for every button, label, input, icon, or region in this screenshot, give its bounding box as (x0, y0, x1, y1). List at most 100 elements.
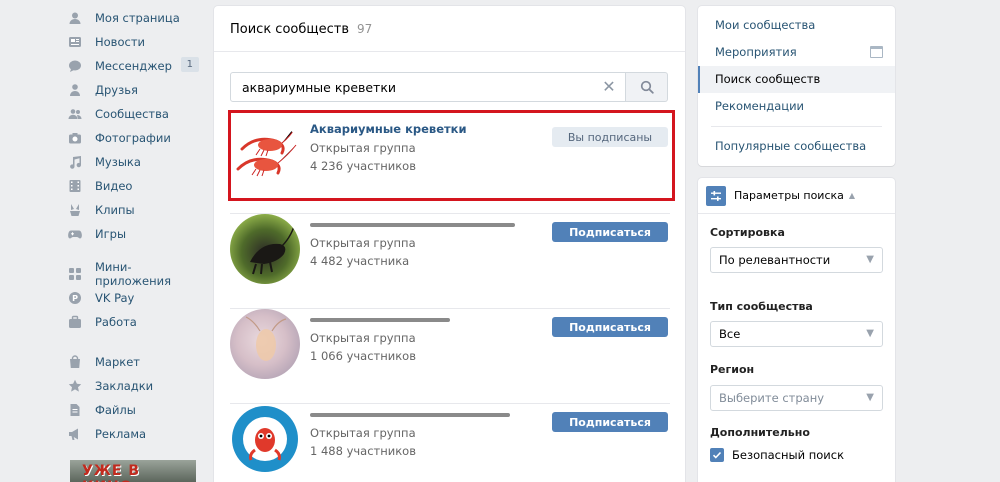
group-type: Открытая группа (310, 426, 416, 440)
group-avatar-shrimp-photo[interactable] (230, 309, 300, 379)
group-name-redacted (310, 413, 510, 417)
highlight-annotation (228, 110, 675, 201)
nav-label: Закладки (95, 379, 154, 393)
community-type-label: Тип сообщества (710, 300, 813, 313)
search-bar: аквариумные креветки ✕ (230, 72, 668, 102)
menu-item-community-search[interactable]: Поиск сообществ (698, 66, 895, 93)
filters-title: Параметры поиска (734, 189, 844, 202)
calendar-icon[interactable] (870, 46, 883, 58)
nav-item-files[interactable]: Файлы (68, 398, 203, 422)
menu-item-popular[interactable]: Популярные сообщества (698, 133, 895, 160)
nav-item-communities[interactable]: Сообщества (68, 102, 203, 126)
nav-label: Фотографии (95, 131, 171, 145)
vkpay-icon: P (68, 291, 82, 305)
panel-header: Поиск сообществ 97 (214, 6, 685, 52)
sort-value: По релевантности (719, 253, 831, 267)
nav-label: Файлы (95, 403, 136, 417)
sort-label: Сортировка (710, 226, 785, 239)
subscribe-button[interactable]: Подписаться (552, 412, 668, 432)
subscribe-button[interactable]: Подписаться (552, 222, 668, 242)
region-label: Регион (710, 363, 755, 376)
clips-icon (68, 203, 82, 217)
nav-label: Маркет (95, 355, 140, 369)
menu-item-label: Мероприятия (715, 45, 797, 59)
search-input[interactable]: аквариумные креветки ✕ (230, 72, 626, 102)
nav-label: Мессенджер (95, 59, 172, 73)
nav-item-work[interactable]: Работа (68, 310, 203, 334)
page-title: Поиск сообществ (230, 22, 350, 37)
community-type-select[interactable]: Все ▼ (710, 321, 883, 347)
safe-search-checkbox[interactable]: Безопасный поиск (710, 448, 844, 462)
search-icon (640, 80, 654, 94)
user-icon (68, 11, 82, 25)
nav-label: Игры (95, 227, 127, 241)
nav-label: Моя страница (95, 11, 180, 25)
filters-header[interactable]: Параметры поиска ▲ (698, 178, 895, 214)
promo-text: УЖЕ В КИНО (82, 463, 141, 482)
nav-item-market[interactable]: Маркет (68, 350, 203, 374)
community-search-panel: Поиск сообществ 97 аквариумные креветки … (214, 6, 685, 482)
group-members-count: 4 482 участника (310, 254, 410, 268)
nav-item-vk-pay[interactable]: P VK Pay (68, 286, 203, 310)
nav-item-messenger[interactable]: Мессенджер 1 (68, 54, 203, 78)
group-item[interactable]: Открытая группа 1 488 участников Подписа… (230, 404, 670, 482)
group-name-redacted (310, 223, 515, 227)
menu-item-recommendations[interactable]: Рекомендации (698, 93, 895, 120)
news-icon (68, 35, 82, 49)
svg-text:P: P (72, 294, 78, 303)
menu-item-my-communities[interactable]: Мои сообщества (698, 12, 895, 39)
menu-separator (711, 126, 882, 127)
promo-banner[interactable]: УЖЕ В КИНО (70, 460, 196, 482)
nav-item-news[interactable]: Новости (68, 30, 203, 54)
subscribe-button[interactable]: Подписаться (552, 317, 668, 337)
nav-item-games[interactable]: Игры (68, 222, 203, 246)
additional-label: Дополнительно (710, 426, 810, 439)
chevron-down-icon: ▼ (866, 328, 874, 339)
clear-icon[interactable]: ✕ (601, 79, 617, 95)
search-button[interactable] (626, 72, 668, 102)
nav-label: Клипы (95, 203, 135, 217)
files-icon (68, 403, 82, 417)
nav-item-my-page[interactable]: Моя страница (68, 6, 203, 30)
search-input-value: аквариумные креветки (242, 79, 397, 95)
country-placeholder: Выберите страну (719, 391, 825, 405)
unread-counter-badge: 1 (180, 57, 199, 72)
apps-icon (68, 267, 82, 281)
nav-item-ads[interactable]: Реклама (68, 422, 203, 446)
group-item[interactable]: Открытая группа 4 482 участника Подписат… (230, 214, 670, 309)
filters-icon (706, 185, 726, 206)
nav-item-video[interactable]: Видео (68, 174, 203, 198)
work-icon (68, 315, 82, 329)
results-count: 97 (357, 22, 373, 36)
group-members-count: 1 488 участников (310, 444, 416, 458)
group-avatar-shrimp-photo[interactable] (230, 214, 300, 284)
nav-item-photos[interactable]: Фотографии (68, 126, 203, 150)
nav-item-clips[interactable]: Клипы (68, 198, 203, 222)
nav-item-mini-apps[interactable]: Мини-приложения (68, 260, 203, 288)
nav-label: Мини-приложения (95, 260, 172, 288)
community-type-value: Все (719, 327, 741, 341)
star-icon (68, 379, 82, 393)
caret-up-icon: ▲ (848, 191, 856, 200)
friends-icon (68, 83, 82, 97)
group-members-count: 1 066 участников (310, 349, 416, 363)
group-item[interactable]: Открытая группа 1 066 участников Подписа… (230, 309, 670, 404)
chevron-down-icon: ▼ (866, 392, 874, 403)
safe-search-label: Безопасный поиск (732, 448, 845, 462)
nav-item-bookmarks[interactable]: Закладки (68, 374, 203, 398)
nav-separator (68, 334, 203, 350)
country-select[interactable]: Выберите страну ▼ (710, 385, 883, 411)
nav-label: Сообщества (95, 107, 169, 121)
camera-icon (68, 131, 82, 145)
nav-label: Видео (95, 179, 133, 193)
search-filters: Параметры поиска ▲ Сортировка По релеван… (698, 178, 895, 482)
group-name-redacted (310, 318, 450, 322)
menu-item-events[interactable]: Мероприятия (698, 39, 895, 66)
group-avatar-logo[interactable] (230, 404, 300, 474)
nav-item-friends[interactable]: Друзья (68, 78, 203, 102)
sort-select[interactable]: По релевантности ▼ (710, 247, 883, 273)
left-navigation: Моя страница Новости Мессенджер 1 Друзья… (68, 6, 203, 446)
market-icon (68, 355, 82, 369)
nav-label: Работа (95, 315, 137, 329)
nav-item-music[interactable]: Музыка (68, 150, 203, 174)
